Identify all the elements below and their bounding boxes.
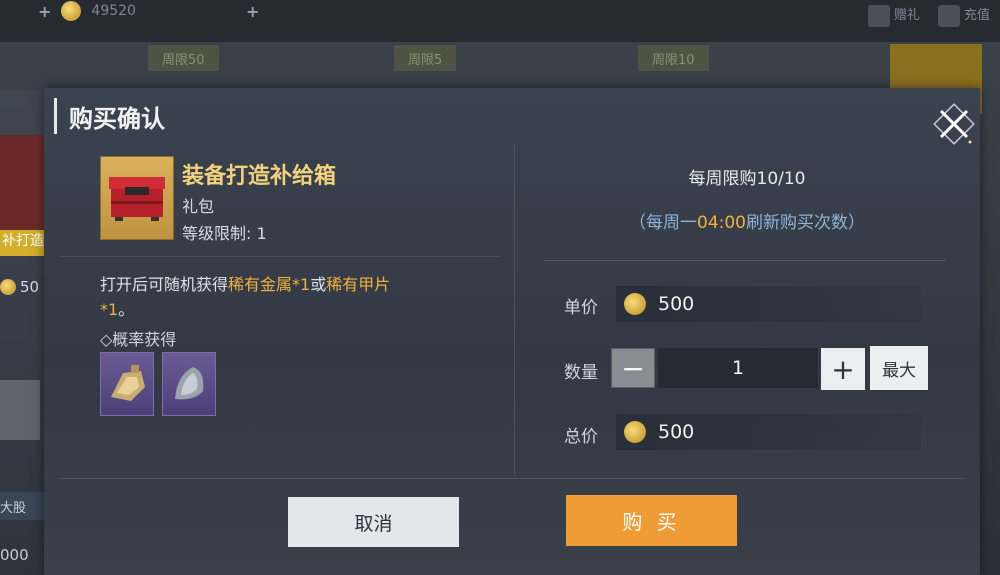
total-price-row: 500 bbox=[616, 414, 921, 450]
bg-left-cards: 补打造 50 大股 000 bbox=[0, 90, 46, 575]
left-divider bbox=[60, 256, 500, 257]
purchase-confirm-dialog: 购买确认 装备打造补给箱 礼包 等级限制: 1 打开后可随机获得稀有金属*1或稀… bbox=[44, 88, 980, 575]
bg-item-price: 50 bbox=[0, 272, 46, 302]
bg-tab-3: 周限10 bbox=[638, 45, 709, 71]
bg-tab-1: 周限50 bbox=[148, 45, 219, 71]
reward-name-1: 稀有金属 bbox=[228, 275, 293, 294]
horizontal-divider bbox=[60, 478, 964, 479]
top-right-actions: 赠礼 充值 bbox=[867, 4, 990, 27]
currency-display: + 49520 + bbox=[38, 0, 259, 22]
supply-box-icon bbox=[100, 156, 174, 240]
top-bar: + 49520 + 赠礼 充值 bbox=[0, 0, 1000, 42]
bg-item-image bbox=[0, 135, 44, 235]
item-type: 礼包 bbox=[182, 197, 215, 216]
cancel-button[interactable]: 取消 bbox=[288, 497, 459, 547]
buy-button[interactable]: 购 买 bbox=[566, 495, 737, 546]
item-level-limit: 等级限制: 1 bbox=[182, 224, 267, 243]
unit-price-value: 500 bbox=[658, 293, 695, 315]
quantity-label: 数量 bbox=[564, 363, 598, 383]
bg-tab-2: 周限5 bbox=[394, 45, 457, 71]
refresh-info: （每周一04:00刷新购买次数） bbox=[629, 213, 865, 233]
coin-icon bbox=[624, 293, 646, 315]
quantity-increase-button[interactable]: + bbox=[821, 348, 865, 390]
item-name: 装备打造补给箱 bbox=[182, 164, 337, 189]
reward-rare-plate-icon[interactable] bbox=[162, 352, 216, 416]
coin-icon bbox=[61, 1, 82, 21]
bg-item-name: 补打造 bbox=[0, 230, 46, 256]
unit-price-row: 500 bbox=[616, 286, 921, 322]
close-icon bbox=[933, 103, 975, 145]
coin-icon bbox=[624, 421, 646, 443]
recharge-button[interactable]: 充值 bbox=[937, 4, 990, 27]
quantity-input[interactable]: 1 bbox=[658, 348, 818, 388]
add-currency-button-2[interactable]: + bbox=[246, 2, 259, 21]
gift-button[interactable]: 赠礼 bbox=[867, 4, 920, 27]
bg-item-image-2 bbox=[0, 380, 40, 440]
dialog-title: 购买确认 bbox=[54, 98, 165, 134]
gift-icon bbox=[867, 4, 890, 27]
right-divider bbox=[544, 260, 946, 261]
reward-name-2: 稀有甲片 bbox=[326, 275, 391, 294]
probability-label: ◇概率获得 bbox=[100, 330, 177, 349]
currency-value: 49520 bbox=[91, 3, 136, 19]
weekly-limit-text: 每周限购10/10 bbox=[688, 169, 806, 189]
reward-rare-metal-icon[interactable] bbox=[100, 352, 154, 416]
total-price-value: 500 bbox=[658, 421, 695, 443]
add-currency-button[interactable]: + bbox=[38, 2, 51, 21]
quantity-max-button[interactable]: 最大 bbox=[870, 346, 928, 390]
recharge-icon bbox=[937, 4, 960, 27]
item-description: 打开后可随机获得稀有金属*1或稀有甲片 *1。 bbox=[100, 275, 391, 319]
quantity-decrease-button[interactable]: − bbox=[611, 348, 655, 388]
vertical-divider bbox=[514, 144, 515, 474]
total-price-label: 总价 bbox=[564, 427, 598, 447]
close-button[interactable] bbox=[932, 102, 976, 146]
coin-icon bbox=[0, 279, 16, 295]
refresh-time: 04:00 bbox=[697, 213, 746, 233]
bg-item-name-2: 大股 bbox=[0, 492, 46, 520]
unit-price-label: 单价 bbox=[564, 298, 598, 318]
bg-item-price-2: 000 bbox=[0, 546, 29, 564]
